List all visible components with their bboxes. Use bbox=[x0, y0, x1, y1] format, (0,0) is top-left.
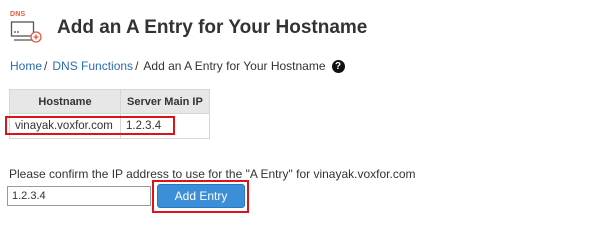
dns-icon: DNS bbox=[10, 11, 44, 45]
breadcrumb-current: Add an A Entry for Your Hostname bbox=[143, 59, 326, 73]
column-header-hostname: Hostname bbox=[9, 89, 121, 114]
breadcrumb-dns-functions-link[interactable]: DNS Functions bbox=[52, 59, 133, 73]
breadcrumb-separator: / bbox=[44, 59, 48, 73]
add-entry-button[interactable]: Add Entry bbox=[157, 184, 245, 208]
row-highlight-box bbox=[5, 116, 175, 135]
confirm-prompt: Please confirm the IP address to use for… bbox=[9, 167, 416, 181]
page-title: Add an A Entry for Your Hostname bbox=[57, 17, 368, 38]
help-icon[interactable]: ? bbox=[331, 59, 345, 73]
breadcrumb-separator: / bbox=[135, 59, 139, 73]
ip-address-input[interactable] bbox=[7, 186, 151, 206]
column-header-server-main-ip: Server Main IP bbox=[120, 89, 210, 114]
page-header: DNS Add an A Entry for Your Hostname bbox=[10, 8, 367, 48]
breadcrumb: Home / DNS Functions / Add an A Entry fo… bbox=[10, 59, 345, 73]
table-header-row: Hostname Server Main IP bbox=[9, 89, 210, 114]
breadcrumb-home-link[interactable]: Home bbox=[10, 59, 42, 73]
